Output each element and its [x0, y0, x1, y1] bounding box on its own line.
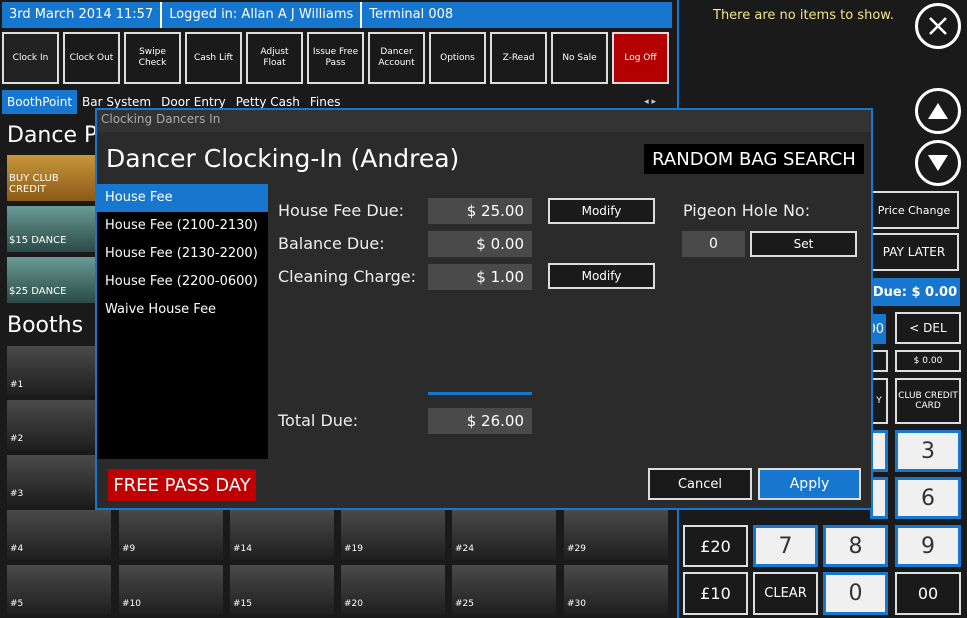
arrow-down-icon — [928, 155, 948, 171]
gbp-10-button[interactable]: £10 — [683, 572, 748, 615]
club-credit-card-button[interactable]: CLUB CREDIT CARD — [895, 378, 961, 424]
pigeon-hole-input[interactable]: 0 — [682, 231, 745, 257]
total-due-value: $ 26.00 — [428, 408, 532, 434]
apply-button[interactable]: Apply — [758, 468, 861, 500]
dialog-caption: Clocking Dancers In — [101, 112, 221, 126]
keypad-9[interactable]: 9 — [895, 525, 961, 567]
booth-button[interactable]: #15 — [230, 565, 334, 615]
free-pass-day-badge: FREE PASS DAY — [108, 469, 256, 501]
keypad-00[interactable]: 00 — [895, 572, 961, 615]
dialog-body: Dancer Clocking-In (Andrea) RANDOM BAG S… — [97, 132, 871, 508]
cleaning-charge-value: $ 1.00 — [428, 264, 532, 290]
booth-button[interactable]: #25 — [452, 565, 556, 615]
house-fee-option[interactable]: Waive House Fee — [97, 296, 268, 324]
options-button[interactable]: Options — [429, 32, 486, 84]
house-fee-list: House Fee House Fee (2100-2130) House Fe… — [97, 184, 268, 459]
dance-products-title: Dance Pr — [7, 123, 106, 148]
booth-button[interactable]: #29 — [564, 510, 668, 560]
dance-25-button[interactable]: $25 DANCE — [7, 257, 95, 303]
random-bag-search-banner: RANDOM BAG SEARCH — [644, 144, 864, 174]
house-fee-due-label: House Fee Due: — [278, 201, 405, 220]
house-fee-due-value: $ 25.00 — [428, 198, 532, 224]
booth-button[interactable]: #24 — [452, 510, 556, 560]
house-fee-option[interactable]: House Fee (2200-0600) — [97, 268, 268, 296]
booth-button[interactable]: #5 — [7, 565, 111, 615]
booth-button[interactable]: #10 — [119, 565, 223, 615]
close-icon — [929, 17, 947, 35]
empty-items-message: There are no items to show. — [713, 8, 894, 23]
close-button[interactable] — [915, 3, 961, 49]
header-datetime: 3rd March 2014 11:57 — [2, 2, 163, 28]
set-pigeon-hole-button[interactable]: Set — [750, 231, 857, 257]
keypad-0[interactable]: 0 — [823, 572, 888, 615]
swipe-check-button[interactable]: Swipe Check — [124, 32, 181, 84]
modify-house-fee-button[interactable]: Modify — [548, 198, 655, 224]
modify-cleaning-charge-button[interactable]: Modify — [548, 263, 655, 289]
pigeon-hole-label: Pigeon Hole No: — [683, 201, 811, 220]
booth-button[interactable]: #19 — [341, 510, 445, 560]
gbp-20-button[interactable]: £20 — [683, 525, 748, 567]
z-read-button[interactable]: Z-Read — [490, 32, 547, 84]
adjust-float-button[interactable]: Adjust Float — [246, 32, 303, 84]
pay-later-button[interactable]: PAY LATER — [869, 233, 959, 271]
issue-free-pass-button[interactable]: Issue Free Pass — [307, 32, 364, 84]
cancel-button[interactable]: Cancel — [648, 468, 752, 500]
tab-boothpoint[interactable]: BoothPoint — [2, 90, 78, 114]
log-off-button[interactable]: Log Off — [612, 32, 669, 84]
small-amount-display: $ 0.00 — [895, 350, 961, 372]
house-fee-option[interactable]: House Fee (2130-2200) — [97, 240, 268, 268]
delete-button[interactable]: < DEL — [895, 312, 961, 344]
booth-button[interactable]: #20 — [341, 565, 445, 615]
cleaning-charge-label: Cleaning Charge: — [278, 267, 417, 286]
booths-title: Booths — [7, 313, 84, 338]
booth-button[interactable]: #14 — [230, 510, 334, 560]
clocking-dancers-in-dialog: Clocking Dancers In Dancer Clocking-In (… — [95, 108, 873, 510]
booth-button[interactable]: #4 — [7, 510, 111, 560]
clock-out-button[interactable]: Clock Out — [63, 32, 120, 84]
house-fee-option[interactable]: House Fee (2100-2130) — [97, 212, 268, 240]
house-fee-option[interactable]: House Fee — [97, 184, 268, 212]
no-sale-button[interactable]: No Sale — [551, 32, 608, 84]
toolbar: Clock In Clock Out Swipe Check Cash Lift… — [2, 32, 672, 84]
dance-15-button[interactable]: $15 DANCE — [7, 206, 95, 252]
buy-club-credit-button[interactable]: BUY CLUB CREDIT — [7, 155, 95, 201]
clear-button[interactable]: CLEAR — [753, 572, 818, 615]
clock-in-button[interactable]: Clock In — [2, 32, 59, 84]
total-due-label: Total Due: — [278, 411, 359, 430]
keypad-8[interactable]: 8 — [823, 525, 888, 567]
due-amount: Due: $ 0.00 — [870, 278, 960, 306]
dialog-title: Dancer Clocking-In (Andrea) — [106, 144, 460, 173]
balance-due-value: $ 0.00 — [428, 231, 532, 257]
keypad-3[interactable]: 3 — [895, 430, 961, 472]
balance-due-label: Balance Due: — [278, 234, 385, 253]
total-separator — [428, 392, 532, 395]
scroll-up-button[interactable] — [915, 88, 961, 134]
cash-lift-button[interactable]: Cash Lift — [185, 32, 242, 84]
keypad-6[interactable]: 6 — [895, 477, 961, 519]
header-terminal: Terminal 008 — [369, 7, 454, 22]
dialog-footer: FREE PASS DAY Cancel Apply — [97, 459, 871, 508]
dancer-account-button[interactable]: Dancer Account — [368, 32, 425, 84]
booth-button[interactable]: #30 — [564, 565, 668, 615]
booth-button[interactable]: #9 — [119, 510, 223, 560]
keypad-7[interactable]: 7 — [753, 525, 818, 567]
header-logged-in: Logged in: Allan A J Williams — [162, 2, 363, 28]
arrow-up-icon — [928, 103, 948, 119]
scroll-down-button[interactable] — [915, 140, 961, 186]
price-change-button[interactable]: Price Change — [869, 191, 959, 229]
header-bar: 3rd March 2014 11:57 Logged in: Allan A … — [2, 2, 672, 28]
